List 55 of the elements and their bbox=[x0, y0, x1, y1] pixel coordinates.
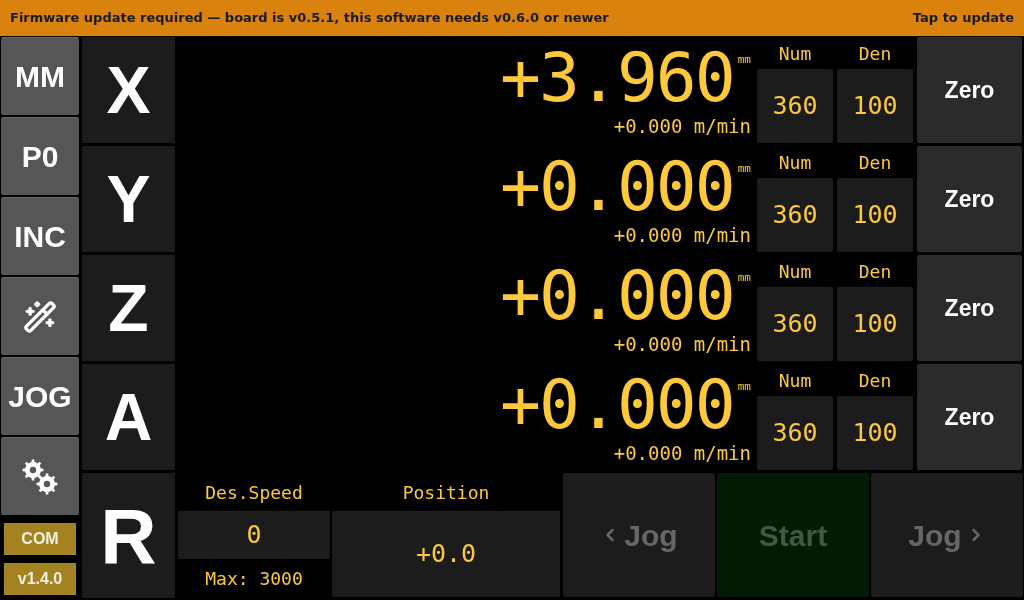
banner-message: Firmware update required — board is v0.5.1, this software needs v0.6.0 or newer bbox=[10, 9, 609, 28]
axis-label: X bbox=[82, 37, 175, 143]
update-link[interactable]: Tap to update bbox=[912, 8, 1014, 28]
num-label: Num bbox=[777, 368, 813, 393]
update-banner[interactable]: Firmware update required — board is v0.5.1, this software needs v0.6.0 or newer Tap to update bbox=[0, 0, 1024, 36]
speed-readout: +0.000 m/min bbox=[613, 332, 751, 356]
den-field[interactable]: 100 bbox=[837, 178, 913, 252]
zero-button[interactable]: Zero bbox=[917, 364, 1022, 470]
num-label: Num bbox=[777, 259, 813, 284]
settings-button[interactable] bbox=[1, 437, 79, 515]
status-badge: COM bbox=[4, 523, 76, 555]
den-field[interactable]: 100 bbox=[837, 69, 913, 143]
den-label: Den bbox=[857, 150, 893, 175]
den-label: Den bbox=[857, 41, 893, 66]
zero-button[interactable]: Zero bbox=[917, 37, 1022, 143]
mode-button[interactable]: MM bbox=[1, 37, 79, 115]
gears-icon bbox=[22, 458, 58, 495]
unit-label: mm bbox=[737, 272, 751, 283]
speed-readout: +0.000 m/min bbox=[613, 223, 751, 247]
position-readout: +0.000 bbox=[500, 260, 734, 332]
max-speed-label: Max: 3000 bbox=[204, 567, 304, 591]
zero-button[interactable]: Zero bbox=[917, 146, 1022, 252]
position-readout: +0.000 bbox=[500, 369, 734, 441]
den-field[interactable]: 100 bbox=[837, 287, 913, 361]
wand-button[interactable] bbox=[1, 277, 79, 355]
num-field[interactable]: 360 bbox=[757, 396, 833, 470]
position-readout: +3.960 bbox=[500, 42, 734, 114]
position-field[interactable]: +0.0 bbox=[332, 511, 560, 597]
position-readout: +0.000 bbox=[500, 151, 734, 223]
unit-label: mm bbox=[737, 54, 751, 65]
axis-label: Y bbox=[82, 146, 175, 252]
unit-label: mm bbox=[737, 163, 751, 174]
den-label: Den bbox=[857, 259, 893, 284]
mode-button[interactable]: INC bbox=[1, 197, 79, 275]
den-label: Den bbox=[857, 368, 893, 393]
speed-readout: +0.000 m/min bbox=[613, 114, 751, 138]
den-field[interactable]: 100 bbox=[837, 396, 913, 470]
speed-field[interactable]: 0 bbox=[178, 511, 330, 559]
mode-button[interactable]: P0 bbox=[1, 117, 79, 195]
num-field[interactable]: 360 bbox=[757, 69, 833, 143]
speed-label: Des.Speed bbox=[204, 480, 304, 505]
axis-label: R bbox=[82, 473, 175, 598]
num-label: Num bbox=[777, 41, 813, 66]
magic-wand-icon bbox=[23, 299, 57, 334]
mode-button[interactable]: JOG bbox=[1, 357, 79, 435]
axis-label: A bbox=[82, 364, 175, 470]
speed-readout: +0.000 m/min bbox=[613, 441, 751, 465]
axis-label: Z bbox=[82, 255, 175, 361]
num-field[interactable]: 360 bbox=[757, 287, 833, 361]
status-badge: v1.4.0 bbox=[4, 563, 76, 595]
num-label: Num bbox=[777, 150, 813, 175]
unit-label: mm bbox=[737, 381, 751, 392]
position-label: Position bbox=[401, 480, 491, 505]
zero-button[interactable]: Zero bbox=[917, 255, 1022, 361]
num-field[interactable]: 360 bbox=[757, 178, 833, 252]
